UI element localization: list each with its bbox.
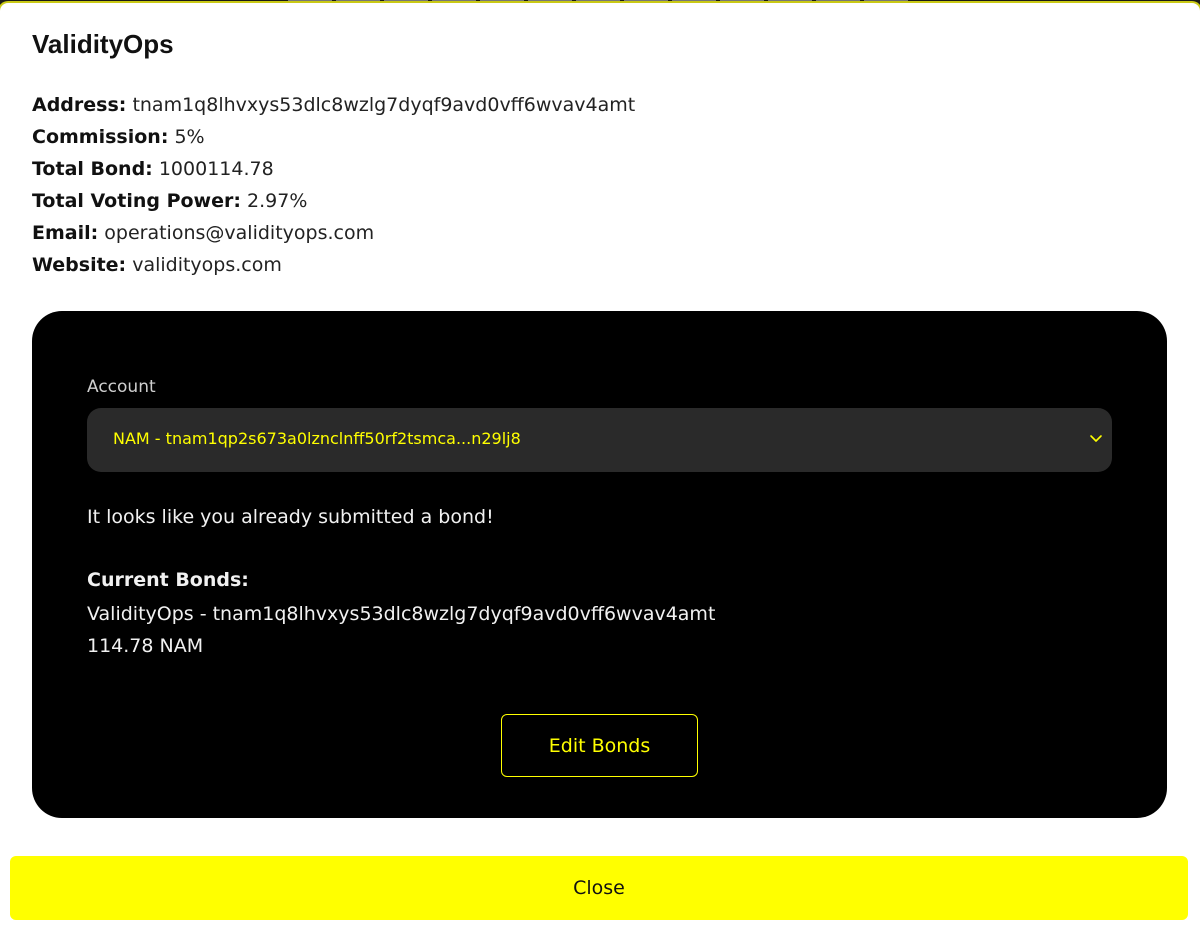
detail-label: Email: [32,222,99,244]
detail-website: Website: validityops.com [32,249,635,281]
detail-value: operations@validityops.com [104,222,375,244]
chevron-down-icon [1090,435,1102,442]
detail-value: 2.97% [247,190,308,212]
detail-total-bond: Total Bond: 1000114.78 [32,153,635,185]
detail-label: Total Voting Power: [32,190,241,212]
detail-commission: Commission: 5% [32,121,635,153]
detail-label: Address: [32,94,127,116]
account-select[interactable]: NAM - tnam1qp2s673a0lznclnff50rf2tsmca..… [87,408,1112,472]
detail-label: Total Bond: [32,158,153,180]
current-bonds-heading: Current Bonds: [87,569,249,591]
detail-voting-power: Total Voting Power: 2.97% [32,185,635,217]
close-button[interactable]: Close [10,856,1188,920]
detail-address: Address: tnam1q8lhvxys53dlc8wzlg7dyqf9av… [32,89,635,121]
account-label: Account [87,377,156,397]
detail-email: Email: operations@validityops.com [32,217,635,249]
detail-value: validityops.com [132,254,282,276]
bond-panel: Account NAM - tnam1qp2s673a0lznclnff50rf… [32,311,1167,818]
detail-value: 5% [174,126,205,148]
account-select-value: NAM - tnam1qp2s673a0lznclnff50rf2tsmca..… [113,429,521,448]
bond-notice: It looks like you already submitted a bo… [87,506,494,528]
current-bond-amount: 114.78 NAM [87,635,204,657]
detail-value: tnam1q8lhvxys53dlc8wzlg7dyqf9avd0vff6wva… [132,94,636,116]
edit-bonds-button[interactable]: Edit Bonds [501,714,698,777]
detail-value: 1000114.78 [158,158,274,180]
validator-modal: ValidityOps Address: tnam1q8lhvxys53dlc8… [0,3,1200,930]
validator-details: Address: tnam1q8lhvxys53dlc8wzlg7dyqf9av… [32,89,635,281]
detail-label: Commission: [32,126,169,148]
validator-name: ValidityOps [32,29,174,59]
current-bond-validator: ValidityOps - tnam1q8lhvxys53dlc8wzlg7dy… [87,603,716,625]
detail-label: Website: [32,254,127,276]
